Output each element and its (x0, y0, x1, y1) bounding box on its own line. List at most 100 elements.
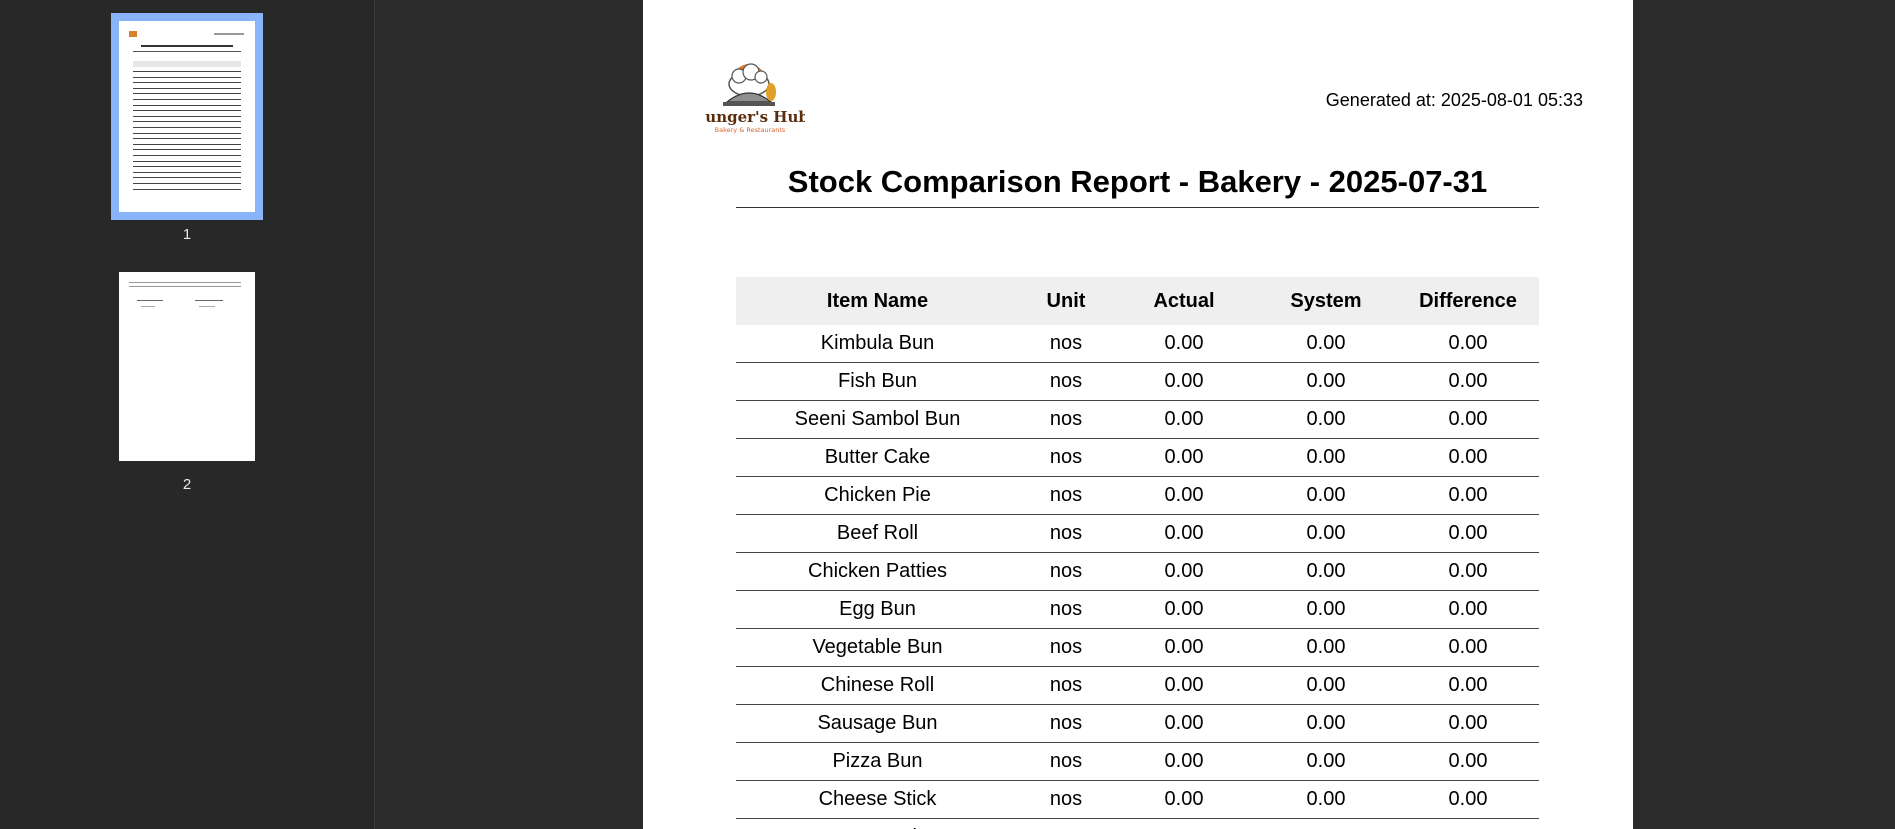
page-thumbnail-1[interactable] (111, 13, 263, 220)
cell-difference: 0.00 (1397, 666, 1539, 705)
page-thumbnail-2[interactable] (119, 272, 255, 461)
column-header-actual: Actual (1113, 277, 1255, 325)
svg-text:Bakery & Restaurants: Bakery & Restaurants (715, 126, 786, 134)
cell-system: 0.00 (1255, 590, 1397, 629)
cell-system: 0.00 (1255, 704, 1397, 743)
cell-difference: 0.00 (1397, 818, 1539, 829)
cell-unit: nos (1019, 438, 1113, 477)
thumbnail-line (133, 115, 241, 117)
thumbnail-line (133, 155, 241, 156)
table-row: Seeni Sambol Bun nos 0.00 0.00 0.00 (736, 400, 1539, 439)
cell-difference: 0.00 (1397, 780, 1539, 819)
cell-difference: 0.00 (1397, 325, 1539, 363)
cell-item-name: Seeni Sambol Bun (736, 400, 1019, 439)
thumbnail-line (133, 87, 241, 89)
cell-unit: nos (1019, 590, 1113, 629)
cell-difference: 0.00 (1397, 476, 1539, 515)
cell-actual: 0.00 (1113, 400, 1255, 439)
cell-actual: 0.00 (1113, 552, 1255, 591)
stock-comparison-table: Item Name Unit Actual System Difference … (736, 277, 1539, 829)
thumbnail-line (133, 166, 241, 168)
table-row: Chicken Pie nos 0.00 0.00 0.00 (736, 476, 1539, 515)
cell-unit: nos (1019, 818, 1113, 829)
thumbnail-line (133, 104, 241, 106)
thumbnail-line (133, 149, 241, 151)
cell-system: 0.00 (1255, 628, 1397, 667)
cell-unit: nos (1019, 628, 1113, 667)
cell-item-name: Vegetable Bun (736, 628, 1019, 667)
cell-actual: 0.00 (1113, 476, 1255, 515)
cell-system: 0.00 (1255, 325, 1397, 363)
table-row: Cream Cakenos0.000.000.00 (736, 818, 1539, 829)
column-header-difference: Difference (1397, 277, 1539, 325)
cell-system: 0.00 (1255, 742, 1397, 781)
cell-item-name: Cheese Stick (736, 780, 1019, 819)
cell-system: 0.00 (1255, 818, 1397, 829)
thumbnail-line (133, 188, 241, 190)
thumbnail-line (133, 183, 241, 184)
thumbnail-line (133, 82, 241, 84)
cell-actual: 0.00 (1113, 742, 1255, 781)
table-row: Chicken Patties nos 0.00 0.00 0.00 (736, 552, 1539, 591)
cell-actual: 0.00 (1113, 514, 1255, 553)
thumbnail-sidebar: 1 2 (0, 0, 375, 829)
cell-system: 0.00 (1255, 438, 1397, 477)
table-header-row: Item Name Unit Actual System Difference (736, 277, 1539, 325)
document-page-1: Hunger's Hub Bakery & Restaurants Genera… (643, 0, 1633, 829)
cell-unit: nos (1019, 362, 1113, 401)
cell-difference: 0.00 (1397, 704, 1539, 743)
thumbnail-line (133, 71, 241, 72)
column-header-unit: Unit (1019, 277, 1113, 325)
cell-difference: 0.00 (1397, 438, 1539, 477)
thumbnail-line (133, 93, 241, 95)
cell-actual: 0.00 (1113, 818, 1255, 829)
cell-item-name: Beef Roll (736, 514, 1019, 553)
cell-unit: nos (1019, 325, 1113, 363)
report-title: Stock Comparison Report - Bakery - 2025-… (787, 164, 1488, 199)
table-row: Vegetable Bun nos 0.00 0.00 0.00 (736, 628, 1539, 667)
cell-item-name: Chicken Patties (736, 552, 1019, 591)
cell-actual: 0.00 (1113, 438, 1255, 477)
thumbnail-line (133, 127, 241, 128)
cell-difference: 0.00 (1397, 514, 1539, 553)
cell-actual: 0.00 (1113, 666, 1255, 705)
cell-unit: nos (1019, 400, 1113, 439)
cell-system: 0.00 (1255, 666, 1397, 705)
column-header-system: System (1255, 277, 1397, 325)
hungers-hub-logo: Hunger's Hub Bakery & Restaurants (691, 62, 809, 140)
table-row: Egg Bun nos 0.00 0.00 0.00 (736, 590, 1539, 629)
table-row: Butter Cake nos 0.00 0.00 0.00 (736, 438, 1539, 477)
cell-unit: nos (1019, 742, 1113, 781)
table-row: Kimbula Bun nos 0.00 0.00 0.00 (736, 325, 1539, 363)
generated-timestamp: Generated at: 2025-08-01 05:33 (1325, 90, 1583, 110)
cell-item-name: Fish Bun (736, 362, 1019, 401)
cell-item-name: Chinese Roll (736, 666, 1019, 705)
cell-item-name: Cream Cake (736, 818, 1019, 829)
thumbnail-line (133, 160, 241, 162)
title-divider (736, 207, 1539, 208)
cell-difference: 0.00 (1397, 628, 1539, 667)
cell-unit: nos (1019, 476, 1113, 515)
cell-unit: nos (1019, 552, 1113, 591)
table-row: Chinese Roll nos 0.00 0.00 0.00 (736, 666, 1539, 705)
svg-text:Hunger's Hub: Hunger's Hub (705, 108, 805, 126)
cell-system: 0.00 (1255, 780, 1397, 819)
table-row: Cheese Stick nos 0.00 0.00 0.00 (736, 780, 1539, 819)
cell-item-name: Pizza Bun (736, 742, 1019, 781)
page-number-1: 1 (182, 226, 192, 243)
cell-system: 0.00 (1255, 362, 1397, 401)
thumbnail-line (133, 121, 241, 123)
cell-actual: 0.00 (1113, 362, 1255, 401)
thumbnail-line (133, 177, 241, 179)
document-viewer[interactable]: Hunger's Hub Bakery & Restaurants Genera… (375, 0, 1895, 829)
cell-difference: 0.00 (1397, 362, 1539, 401)
cell-difference: 0.00 (1397, 590, 1539, 629)
page-number-2: 2 (182, 476, 192, 493)
thumbnail-line (133, 171, 241, 173)
cell-system: 0.00 (1255, 552, 1397, 591)
cell-unit: nos (1019, 780, 1113, 819)
cell-actual: 0.00 (1113, 590, 1255, 629)
cell-difference: 0.00 (1397, 552, 1539, 591)
cell-item-name: Kimbula Bun (736, 325, 1019, 363)
thumbnail-line (133, 76, 241, 78)
